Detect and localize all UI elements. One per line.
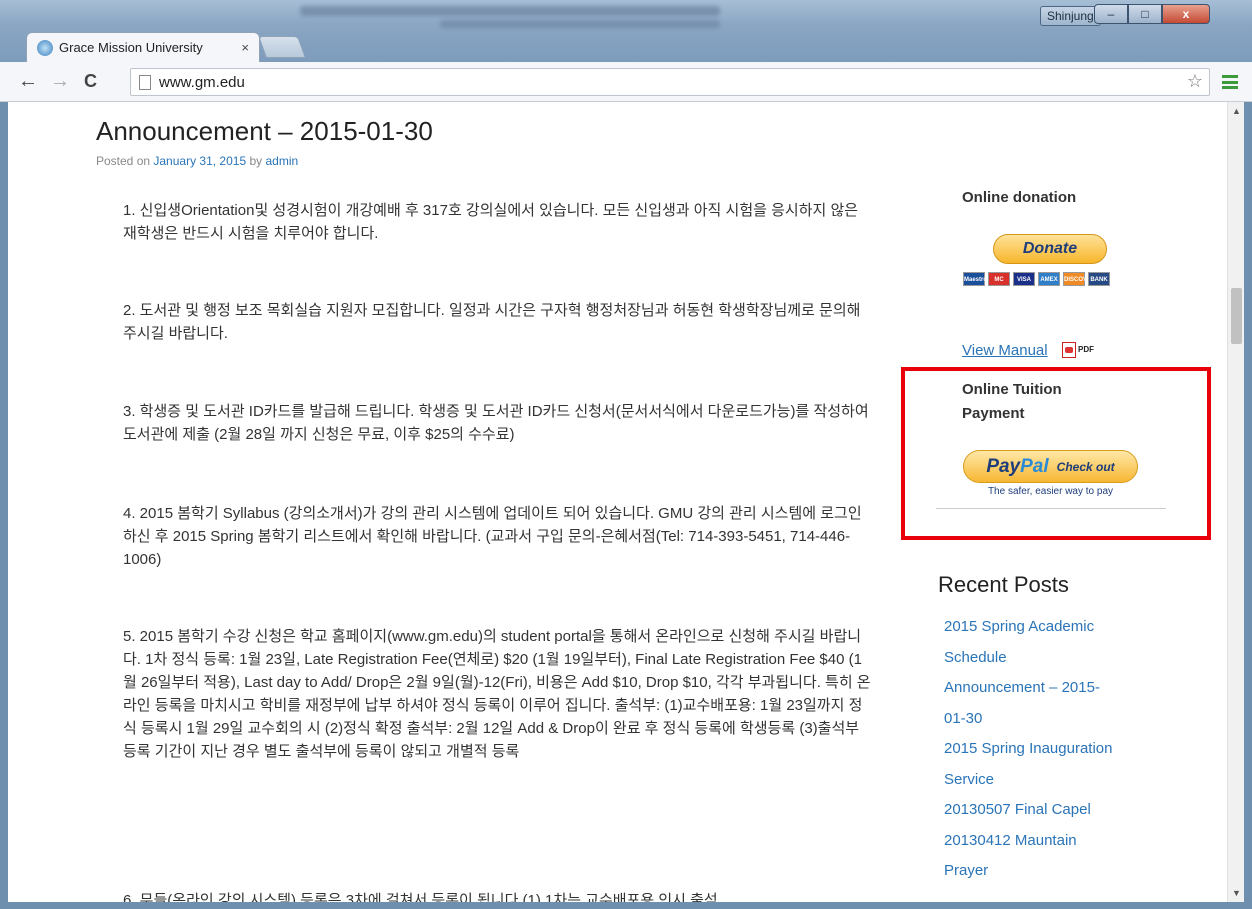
recent-post-link[interactable]: Announcement – 2015- <box>944 673 1174 704</box>
url-text: www.gm.edu <box>159 73 245 91</box>
scroll-thumb[interactable] <box>1231 288 1242 344</box>
donation-heading: Online donation <box>962 189 1077 206</box>
recent-post-link[interactable]: 2015 Spring Academic <box>944 612 1174 643</box>
maximize-button[interactable]: □ <box>1128 4 1162 24</box>
tab-close-icon[interactable]: × <box>241 40 249 55</box>
address-bar[interactable]: www.gm.edu ☆ <box>130 68 1210 96</box>
posted-on-label: Posted on <box>96 154 154 168</box>
window-titlebar: Shinjung – □ x Grace Mission University … <box>0 0 1252 62</box>
recent-post-link[interactable]: Service <box>944 765 1174 796</box>
recent-posts-heading: Recent Posts <box>938 572 1069 597</box>
post-meta: Posted on January 31, 2015 by admin <box>96 154 298 168</box>
sidebar-divider <box>936 508 1166 509</box>
site-favicon-icon <box>37 39 53 56</box>
mastercard-icon: MC <box>988 272 1010 286</box>
post-paragraph-1: 1. 신입생Orientation및 성경시험이 개강예배 후 317호 강의실… <box>123 202 859 242</box>
scroll-down-icon[interactable]: ▼ <box>1232 888 1241 898</box>
page-viewport: Announcement – 2015-01-30 Posted on Janu… <box>8 102 1244 902</box>
bookmark-star-icon[interactable]: ☆ <box>1187 71 1203 92</box>
discover-card-icon: DISCOVER <box>1063 272 1095 286</box>
browser-tab[interactable]: Grace Mission University × <box>26 32 260 62</box>
minimize-button[interactable]: – <box>1094 4 1128 24</box>
paypal-checkout-label: Check out <box>1056 459 1115 474</box>
pdf-label: PDF <box>1078 345 1094 355</box>
tuition-heading-line-1: Online Tuition <box>962 381 1062 398</box>
reload-button[interactable]: C <box>84 70 97 92</box>
titlebar-blur <box>300 6 720 16</box>
post-date-link[interactable]: January 31, 2015 <box>153 154 246 168</box>
paypal-logo: PayPal <box>986 455 1049 477</box>
new-tab-button[interactable] <box>257 36 307 58</box>
post-paragraph-5: 5. 2015 봄학기 수강 신청은 학교 홈페이지(www.gm.edu)의 … <box>123 628 871 760</box>
recent-post-link[interactable]: Schedule <box>944 643 1174 674</box>
recent-post-link[interactable]: 20130412 Mauntain <box>944 826 1174 857</box>
by-label: by <box>246 154 266 168</box>
window-controls: – □ x <box>1094 4 1210 24</box>
donate-button[interactable]: Donate <box>993 234 1107 264</box>
titlebar-blur <box>440 20 720 28</box>
browser-toolbar: ← → C www.gm.edu ☆ <box>0 62 1252 102</box>
recent-post-link[interactable]: 01-30 <box>944 704 1174 735</box>
browser-menu-icon[interactable] <box>1222 75 1238 89</box>
recent-post-link[interactable]: 20130507 Final Capel <box>944 795 1174 826</box>
recent-posts-list: 2015 Spring Academic Schedule Announceme… <box>944 612 1174 887</box>
post-title: Announcement – 2015-01-30 <box>96 116 433 146</box>
recent-post-link[interactable]: Prayer <box>944 856 1174 887</box>
back-button[interactable]: ← <box>18 70 38 92</box>
tuition-heading-line-2: Payment <box>962 405 1025 422</box>
paypal-checkout-button[interactable]: PayPal Check out <box>963 450 1138 483</box>
tab-title: Grace Mission University <box>59 40 203 55</box>
post-paragraph-6: 6. 무들(온라인 강의 시스템) 등록은 3차에 걸쳐서 등록이 됩니다 (1… <box>123 892 718 902</box>
payment-cards: Maestro MC VISA AMEX DISCOVER BANK <box>963 272 1110 286</box>
amex-card-icon: AMEX <box>1038 272 1060 286</box>
profile-user-badge[interactable]: Shinjung <box>1040 6 1101 26</box>
bank-icon: BANK <box>1088 272 1110 286</box>
view-manual-link[interactable]: View Manual <box>962 342 1048 359</box>
page-icon <box>139 74 151 90</box>
post-paragraph-2: 2. 도서관 및 행정 보조 목회실습 지원자 모집합니다. 일정과 시간은 구… <box>123 302 861 342</box>
pdf-icon[interactable]: PDF <box>1062 342 1094 358</box>
post-paragraph-3: 3. 학생증 및 도서관 ID카드를 발급해 드립니다. 학생증 및 도서관 I… <box>123 403 869 443</box>
close-window-button[interactable]: x <box>1162 4 1210 24</box>
author-link[interactable]: admin <box>265 154 298 168</box>
forward-button[interactable]: → <box>50 70 70 92</box>
visa-card-icon: VISA <box>1013 272 1035 286</box>
post-paragraph-4: 4. 2015 봄학기 Syllabus (강의소개서)가 강의 관리 시스템에… <box>123 505 862 568</box>
scroll-up-icon[interactable]: ▲ <box>1232 106 1241 116</box>
recent-post-link[interactable]: 2015 Spring Inauguration <box>944 734 1174 765</box>
paypal-tagline: The safer, easier way to pay <box>987 486 1114 497</box>
vertical-scrollbar[interactable]: ▲ ▼ <box>1227 102 1244 902</box>
maestro-card-icon: Maestro <box>963 272 987 286</box>
